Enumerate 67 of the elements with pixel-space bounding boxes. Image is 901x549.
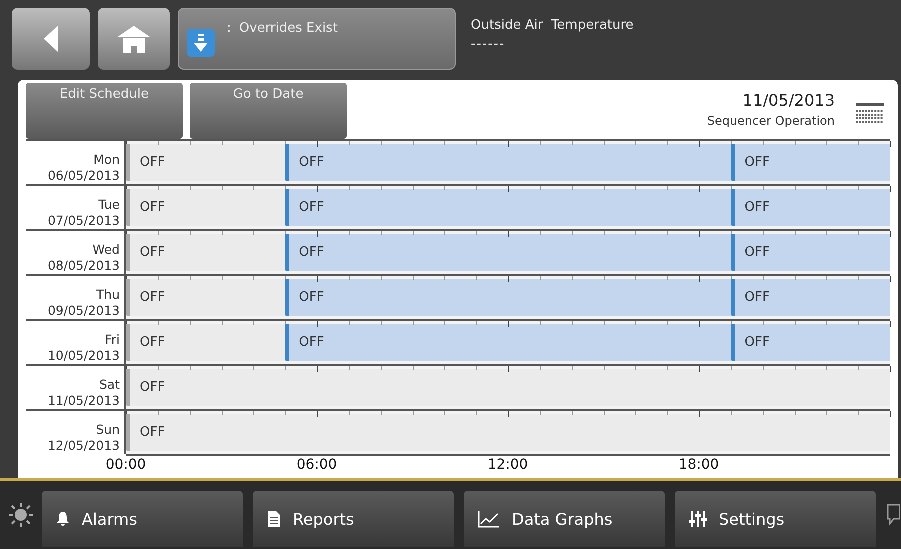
day-name: Wed <box>92 242 120 258</box>
nav-button[interactable]: Settings <box>675 491 876 547</box>
day-name: Mon <box>94 152 120 168</box>
time-label: 12:00 <box>488 457 528 474</box>
time-label: 00:00 <box>106 457 146 474</box>
segment-label: OFF <box>126 234 166 271</box>
current-date: 11/05/2013 <box>742 91 835 110</box>
day-date: 11/05/2013 <box>48 392 120 409</box>
schedule-block[interactable] <box>126 234 286 271</box>
schedule-subtitle: Sequencer Operation <box>707 114 835 128</box>
back-button[interactable] <box>12 8 90 70</box>
day-name: Tue <box>98 196 120 213</box>
nav-button[interactable]: Reports <box>253 491 454 547</box>
segment-label: OFF <box>126 414 166 451</box>
schedule-block[interactable] <box>730 324 890 361</box>
segment-label: OFF <box>730 234 770 271</box>
schedule-block[interactable] <box>126 324 286 361</box>
day-date: 07/05/2013 <box>48 212 120 229</box>
home-icon <box>117 24 151 54</box>
segment-label: OFF <box>285 279 324 316</box>
day-date: 12/05/2013 <box>48 438 120 454</box>
segment-label: OFF <box>126 189 166 226</box>
segment-label: OFF <box>126 279 166 316</box>
segment-label: OFF <box>126 324 166 361</box>
schedule-block[interactable] <box>730 234 890 271</box>
overrides-status: Overrides Exist <box>239 21 338 36</box>
segment-label: OFF <box>126 369 166 406</box>
segment-label: OFF <box>730 279 770 316</box>
schedule-block[interactable] <box>126 189 286 226</box>
home-button[interactable] <box>98 8 170 70</box>
bell-icon <box>56 511 70 527</box>
calendar-icon[interactable] <box>856 103 884 123</box>
segment-label: OFF <box>285 189 324 226</box>
chat-bubble-icon[interactable] <box>886 502 900 528</box>
schedule-block[interactable] <box>730 144 890 181</box>
segment-label: OFF <box>730 189 770 226</box>
day-name: Sun <box>96 422 120 438</box>
line-chart-icon <box>478 510 500 528</box>
segment-label: OFF <box>126 144 166 181</box>
sliders-icon <box>689 510 707 528</box>
schedule-block[interactable] <box>126 279 286 316</box>
day-date: 09/05/2013 <box>48 302 120 319</box>
segment-label: OFF <box>285 324 324 361</box>
segment-label: OFF <box>730 324 770 361</box>
segment-label: OFF <box>285 144 324 181</box>
time-label: 18:00 <box>678 457 720 474</box>
reading-value: ------ <box>471 37 506 52</box>
day-date: 06/05/2013 <box>48 168 120 184</box>
schedule-block[interactable] <box>730 279 890 316</box>
segment-label: OFF <box>285 234 324 271</box>
overrides-panel[interactable]: : Overrides Exist <box>178 8 456 70</box>
status-separator: : <box>227 21 232 36</box>
document-icon <box>267 510 281 528</box>
back-arrow-icon <box>42 24 60 54</box>
day-name: Fri <box>105 332 120 348</box>
day-date: 10/05/2013 <box>48 348 120 364</box>
nav-button[interactable]: Data Graphs <box>464 491 665 547</box>
day-name: Thu <box>96 286 120 303</box>
nav-button[interactable]: Alarms <box>42 491 243 547</box>
day-date: 08/05/2013 <box>48 258 120 274</box>
segment-label: OFF <box>730 144 770 181</box>
schedule-block[interactable] <box>730 189 890 226</box>
sun-icon[interactable] <box>8 502 34 528</box>
day-name: Sat <box>100 376 120 393</box>
time-label: 06:00 <box>296 457 338 474</box>
reading-label: Outside Air Temperature <box>471 18 634 33</box>
schedule-block[interactable] <box>126 144 286 181</box>
